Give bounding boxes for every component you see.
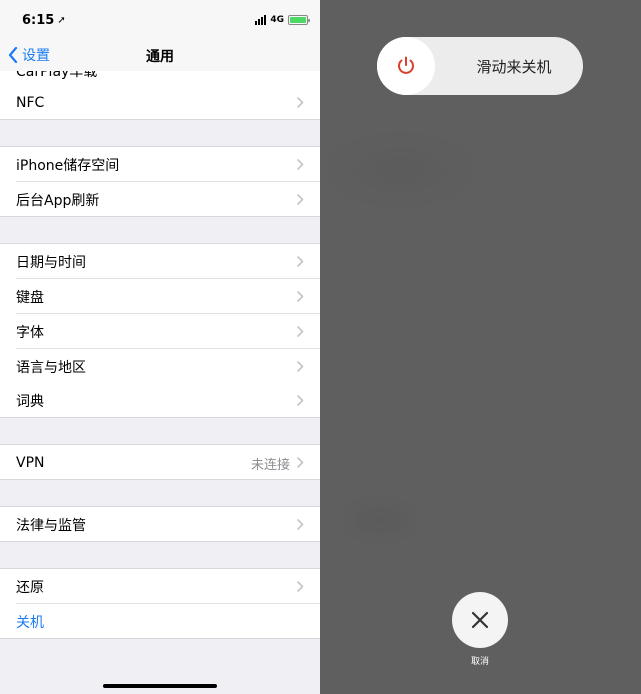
reset-label: 还原 [16, 579, 44, 596]
list-item-nfc[interactable]: NFC [0, 85, 320, 120]
slide-to-power-off[interactable]: 滑动来关机 [377, 37, 583, 95]
page-title: 通用 [146, 48, 174, 65]
list-item-dictionary[interactable]: 词典 [0, 383, 320, 418]
vpn-status: 未连接 [250, 458, 290, 473]
battery-icon [288, 15, 310, 25]
legal-label: 法律与监管 [16, 517, 86, 534]
dictionary-label: 词典 [16, 393, 44, 410]
shutdown-label: 关机 [16, 614, 44, 631]
fonts-label: 字体 [16, 324, 44, 341]
storage-label: iPhone储存空间 [16, 157, 120, 174]
cancel-label: 取消 [470, 657, 489, 667]
chevron-right-icon [297, 326, 304, 337]
nfc-label: NFC [16, 94, 45, 111]
divider [0, 119, 320, 120]
list-item-vpn[interactable]: VPN 未连接 [0, 445, 320, 480]
settings-screen: 6:15 ➚ 4G 设置 通用 CarPlay车载 NFC iPhone储存空间 [0, 0, 320, 694]
network-type: 4G [270, 15, 284, 25]
home-indicator[interactable] [103, 684, 217, 688]
list-item-shutdown[interactable]: 关机 [0, 604, 320, 639]
power-off-overlay: 滑动来关机 取消 [320, 0, 641, 694]
list-item-reset[interactable]: 还原 [0, 569, 320, 604]
status-right: 4G [255, 15, 310, 25]
status-time: 6:15 [22, 12, 55, 28]
signal-icon [255, 15, 267, 25]
chevron-right-icon [297, 256, 304, 267]
date-time-label: 日期与时间 [16, 254, 86, 271]
chevron-right-icon [297, 581, 304, 592]
divider [0, 216, 320, 217]
background-refresh-label: 后台App刷新 [16, 192, 100, 209]
list-item-keyboard[interactable]: 键盘 [0, 279, 320, 314]
chevron-right-icon [297, 291, 304, 302]
list-item-storage[interactable]: iPhone储存空间 [0, 147, 320, 182]
slide-label: 滑动来关机 [476, 57, 552, 76]
power-icon [398, 56, 414, 74]
cancel-button[interactable] [452, 592, 508, 648]
divider [0, 479, 320, 480]
power-slider-knob[interactable] [377, 37, 435, 95]
list-item-partial[interactable]: CarPlay车载 [0, 71, 320, 85]
list-item-legal[interactable]: 法律与监管 [0, 507, 320, 542]
vpn-label: VPN [16, 454, 45, 471]
keyboard-label: 键盘 [16, 289, 44, 306]
list-item-date-time[interactable]: 日期与时间 [0, 244, 320, 279]
chevron-right-icon [297, 395, 304, 406]
chevron-right-icon [297, 519, 304, 530]
list-item-language[interactable]: 语言与地区 [0, 349, 320, 384]
chevron-right-icon [297, 361, 304, 372]
chevron-right-icon [297, 97, 304, 108]
location-icon: ➚ [57, 14, 66, 26]
chevron-right-icon [297, 159, 304, 170]
divider [0, 638, 320, 639]
close-icon [471, 611, 489, 629]
divider [0, 541, 320, 542]
language-label: 语言与地区 [16, 359, 86, 376]
partial-item-label: CarPlay车载 [16, 71, 98, 80]
chevron-right-icon [297, 194, 304, 205]
navigation-bar: 设置 通用 [0, 40, 320, 71]
list-item-background-refresh[interactable]: 后台App刷新 [0, 182, 320, 217]
chevron-right-icon [297, 457, 304, 468]
status-bar: 6:15 ➚ 4G [0, 0, 320, 40]
divider [0, 417, 320, 418]
list-item-fonts[interactable]: 字体 [0, 314, 320, 349]
